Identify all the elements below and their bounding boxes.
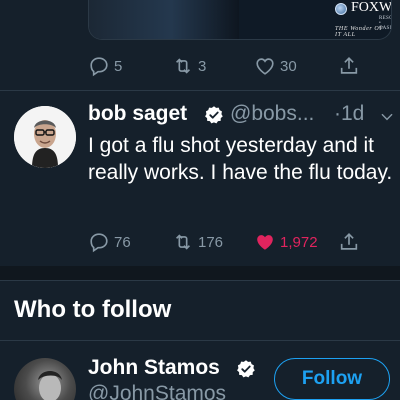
tweet-actions: 76 176 1,972: [88, 230, 368, 254]
section-divider: [0, 280, 400, 281]
reply-icon: [90, 233, 108, 253]
avatar-photo: [14, 106, 76, 168]
suggested-user-photo: [38, 371, 62, 400]
foxwoods-logo-icon: [335, 3, 347, 15]
suggested-user-avatar[interactable]: [14, 358, 76, 400]
reply-icon: [90, 57, 108, 77]
retweet-count: 176: [198, 233, 224, 251]
retweet-button[interactable]: 3: [172, 54, 206, 78]
tweet-timestamp[interactable]: ·1d: [334, 102, 364, 126]
tweet-text: I got a flu shot yesterday and it really…: [88, 134, 393, 184]
reply-button[interactable]: 76: [88, 230, 131, 254]
reply-count: 76: [114, 233, 131, 251]
follow-button[interactable]: Follow: [274, 358, 390, 400]
like-button[interactable]: 1,972: [254, 230, 318, 254]
like-count: 1,972: [280, 233, 318, 251]
share-button[interactable]: [338, 230, 360, 254]
retweet-icon: [175, 58, 191, 74]
retweet-count: 3: [198, 57, 207, 75]
reply-count: 5: [114, 57, 123, 75]
section-separator: [0, 266, 400, 280]
heart-filled-icon: [257, 235, 273, 250]
share-icon: [340, 57, 358, 74]
verified-badge-icon: [205, 106, 223, 124]
media-brand-tagline: THE Wonder OF IT ALL: [335, 26, 384, 38]
media-brand-name: FOXWOODS: [351, 0, 392, 15]
suggested-user-name[interactable]: John Stamos: [88, 356, 220, 380]
suggested-user-handle[interactable]: @JohnStamos: [88, 382, 226, 400]
section-title-divider: [0, 340, 400, 341]
retweet-button[interactable]: 176: [172, 230, 223, 254]
like-button[interactable]: 30: [254, 54, 297, 78]
tweet-divider: [0, 90, 400, 91]
tweet-media-image[interactable]: FOXWOODS RESORT • CASINO THE Wonder OF I…: [88, 0, 392, 40]
who-to-follow-title: Who to follow: [14, 296, 172, 323]
share-button[interactable]: [338, 54, 360, 78]
like-count: 30: [280, 57, 297, 75]
share-icon: [340, 233, 358, 250]
media-photo: [89, 0, 239, 39]
chevron-down-icon[interactable]: [380, 110, 394, 124]
avatar[interactable]: [14, 106, 76, 168]
tweet-header: bob saget @bobs... ·1d: [88, 102, 400, 130]
reply-button[interactable]: 5: [88, 54, 122, 78]
retweet-icon: [175, 234, 191, 250]
previous-tweet-actions: 5 3 30: [88, 54, 368, 78]
author-display-name[interactable]: bob saget: [88, 102, 187, 126]
heart-icon: [256, 58, 274, 75]
verified-badge-icon: [237, 360, 255, 378]
author-handle[interactable]: @bobs...: [230, 102, 314, 126]
